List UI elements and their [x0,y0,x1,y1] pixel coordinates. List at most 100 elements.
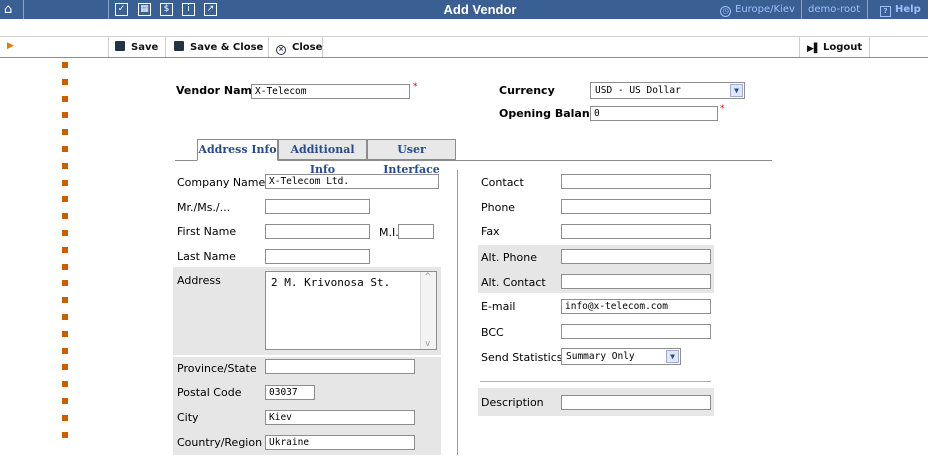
toolbar-divider [165,36,166,58]
opening-balance-label: Opening Balance [499,107,604,120]
address-label: Address [177,274,221,287]
last-name-label: Last Name [177,250,236,263]
bullet-icon [62,313,68,320]
toolbar-divider [799,36,800,58]
dollar-icon[interactable]: $ [160,3,173,16]
bullet-icon [62,145,68,152]
country-label: Country/Region [177,436,263,449]
description-label: Description [481,396,544,409]
province-label: Province/State [177,362,257,375]
logout-icon: ▶▌ [807,44,821,54]
title-bar: ⌂ ✓ ▦ $ i ↗ Add Vendor ◷ Europe/Kiev demo… [0,0,928,19]
currency-select[interactable]: USD - US Dollar ▼ [590,82,745,99]
city-input[interactable]: Kiev [265,410,415,425]
fax-input[interactable] [561,224,711,239]
timezone-link[interactable]: ◷ Europe/Kiev [720,4,795,17]
chevron-down-icon: ▼ [666,350,679,363]
page-title: Add Vendor [443,2,517,17]
bullet-icon [62,78,68,85]
home-cell[interactable]: ⌂ [0,0,24,19]
toolbar-arrow-icon: ▶ [7,41,14,51]
send-statistics-select[interactable]: Summary Only ▼ [561,348,681,365]
postal-code-label: Postal Code [177,386,242,399]
help-link[interactable]: ? Help [880,4,921,17]
toolbar-divider [108,36,109,58]
close-icon: × [276,45,286,55]
salutation-input[interactable] [265,199,370,214]
description-input[interactable] [561,395,711,410]
currency-select-value: USD - US Dollar [595,85,681,96]
bullet-icon [62,347,68,354]
checkbox-icon[interactable]: ✓ [115,3,128,16]
address-textarea[interactable]: 2 M. Krivonosa St. [265,271,437,350]
middle-initial-input[interactable] [398,224,434,239]
salutation-label: Mr./Ms./... [177,201,231,214]
currency-label: Currency [499,84,555,97]
chart-icon[interactable]: ↗ [204,3,217,16]
opening-balance-input[interactable]: 0 [590,106,718,121]
alt-phone-input[interactable] [561,249,711,264]
country-input[interactable]: Ukraine [265,435,415,450]
contact-input[interactable] [561,174,711,189]
save-close-button[interactable]: Save & Close [174,40,263,55]
bullet-icon [62,280,68,287]
bullet-icon [62,229,68,236]
home-icon[interactable]: ⌂ [4,2,12,17]
close-button[interactable]: × Close [276,40,322,55]
bullet-icon [62,297,68,304]
logout-button[interactable]: ▶▌ Logout [807,40,862,55]
bullet-icon [62,263,68,270]
vendor-name-input[interactable]: X-Telecom [251,84,410,99]
alt-contact-label: Alt. Contact [481,276,546,289]
company-name-input[interactable]: X-Telecom Ltd. [265,174,439,189]
city-label: City [177,411,199,424]
alt-contact-input[interactable] [561,274,711,289]
last-name-input[interactable] [265,249,370,264]
company-name-label: Company Name [177,176,266,189]
middle-initial-label: M.I. [379,226,399,239]
bcc-input[interactable] [561,324,711,339]
textarea-scrollbar[interactable] [420,272,436,349]
toolbar-bottom-border [0,57,928,58]
send-statistics-label: Send Statistics [481,351,563,364]
phone-input[interactable] [561,199,711,214]
email-input[interactable]: info@x-telecom.com [561,299,711,314]
spacer-cell [23,0,109,19]
alt-phone-label: Alt. Phone [481,251,537,264]
save-close-icon [174,41,184,51]
left-bullet-column [62,62,68,448]
user-link[interactable]: demo-root [808,4,860,15]
tab-additional-info[interactable]: Additional Info [278,139,367,176]
save-button[interactable]: Save [115,40,158,55]
province-input[interactable] [265,359,415,374]
postal-code-input[interactable]: 03037 [265,385,315,400]
logout-label: Logout [823,42,863,53]
chevron-down-icon: ▼ [730,84,743,97]
fax-label: Fax [481,225,500,238]
save-close-label: Save & Close [190,42,264,53]
bullet-icon [62,381,68,388]
required-mark: * [720,104,725,114]
section-divider [480,381,711,382]
close-label: Close [292,42,323,53]
vendor-name-label: Vendor Name [176,84,260,97]
bullet-icon [62,431,68,438]
save-icon [115,41,125,51]
tab-user-interface[interactable]: User Interface [367,139,456,176]
info-icon[interactable]: i [182,3,195,16]
help-icon: ? [880,6,891,17]
tab-address-info[interactable]: Address Info [197,139,278,161]
required-mark: * [413,82,418,92]
bullet-icon [62,179,68,186]
bullet-icon [62,414,68,421]
email-label: E-mail [481,300,516,313]
bullet-icon [62,213,68,220]
bullet-icon [62,397,68,404]
bcc-label: BCC [481,326,504,339]
first-name-input[interactable] [265,224,370,239]
bullet-icon [62,129,68,136]
send-statistics-value: Summary Only [566,351,635,362]
bullet-icon [62,246,68,253]
grid-icon[interactable]: ▦ [138,3,151,16]
timezone-label: Europe/Kiev [735,4,795,15]
